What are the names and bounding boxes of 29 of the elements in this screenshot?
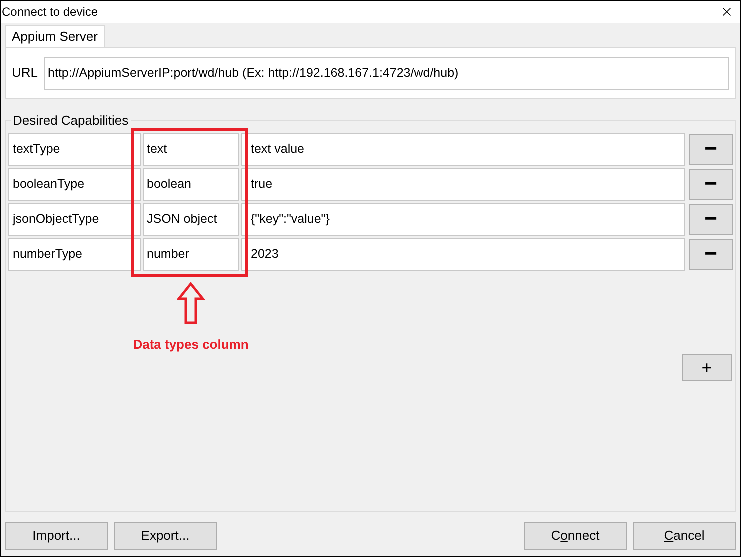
remove-button[interactable]: −: [689, 134, 733, 164]
dialog-button[interactable]: Import...: [5, 522, 108, 550]
dialog-button[interactable]: Connect: [524, 522, 627, 550]
type-cell[interactable]: JSON object: [143, 202, 239, 236]
value-cell[interactable]: true: [241, 168, 685, 200]
annotation-label: Data types column: [133, 336, 249, 354]
up-arrow-icon: [177, 282, 205, 324]
dialog-button[interactable]: Export...: [114, 522, 217, 550]
url-field[interactable]: http://AppiumServerIP:port/wd/hub (Ex: http://192.168.167.1:4723/wd/hub): [44, 56, 729, 90]
tab[interactable]: Appium Server: [5, 25, 105, 47]
type-cell[interactable]: text: [143, 132, 239, 166]
remove-button[interactable]: −: [689, 204, 733, 234]
name-cell[interactable]: jsonObjectType: [8, 202, 141, 236]
value-cell[interactable]: 2023: [241, 238, 685, 270]
close-icon[interactable]: [720, 5, 734, 19]
name-cell[interactable]: numberType: [8, 238, 141, 270]
type-cell[interactable]: number: [143, 238, 239, 270]
value-cell[interactable]: {"key":"value"}: [241, 202, 685, 236]
remove-button[interactable]: −: [689, 168, 733, 200]
dialog-button[interactable]: Cancel: [633, 522, 736, 550]
name-cell[interactable]: booleanType: [8, 168, 141, 200]
remove-button[interactable]: −: [689, 238, 733, 270]
add-button[interactable]: +: [682, 354, 732, 381]
window-title: Connect to device: [2, 4, 98, 21]
type-cell[interactable]: boolean: [143, 168, 239, 200]
url-label: URL: [12, 64, 38, 82]
group-title: Desired Capabilities: [12, 112, 130, 130]
value-cell[interactable]: text value: [241, 132, 685, 166]
name-cell[interactable]: textType: [8, 132, 141, 166]
